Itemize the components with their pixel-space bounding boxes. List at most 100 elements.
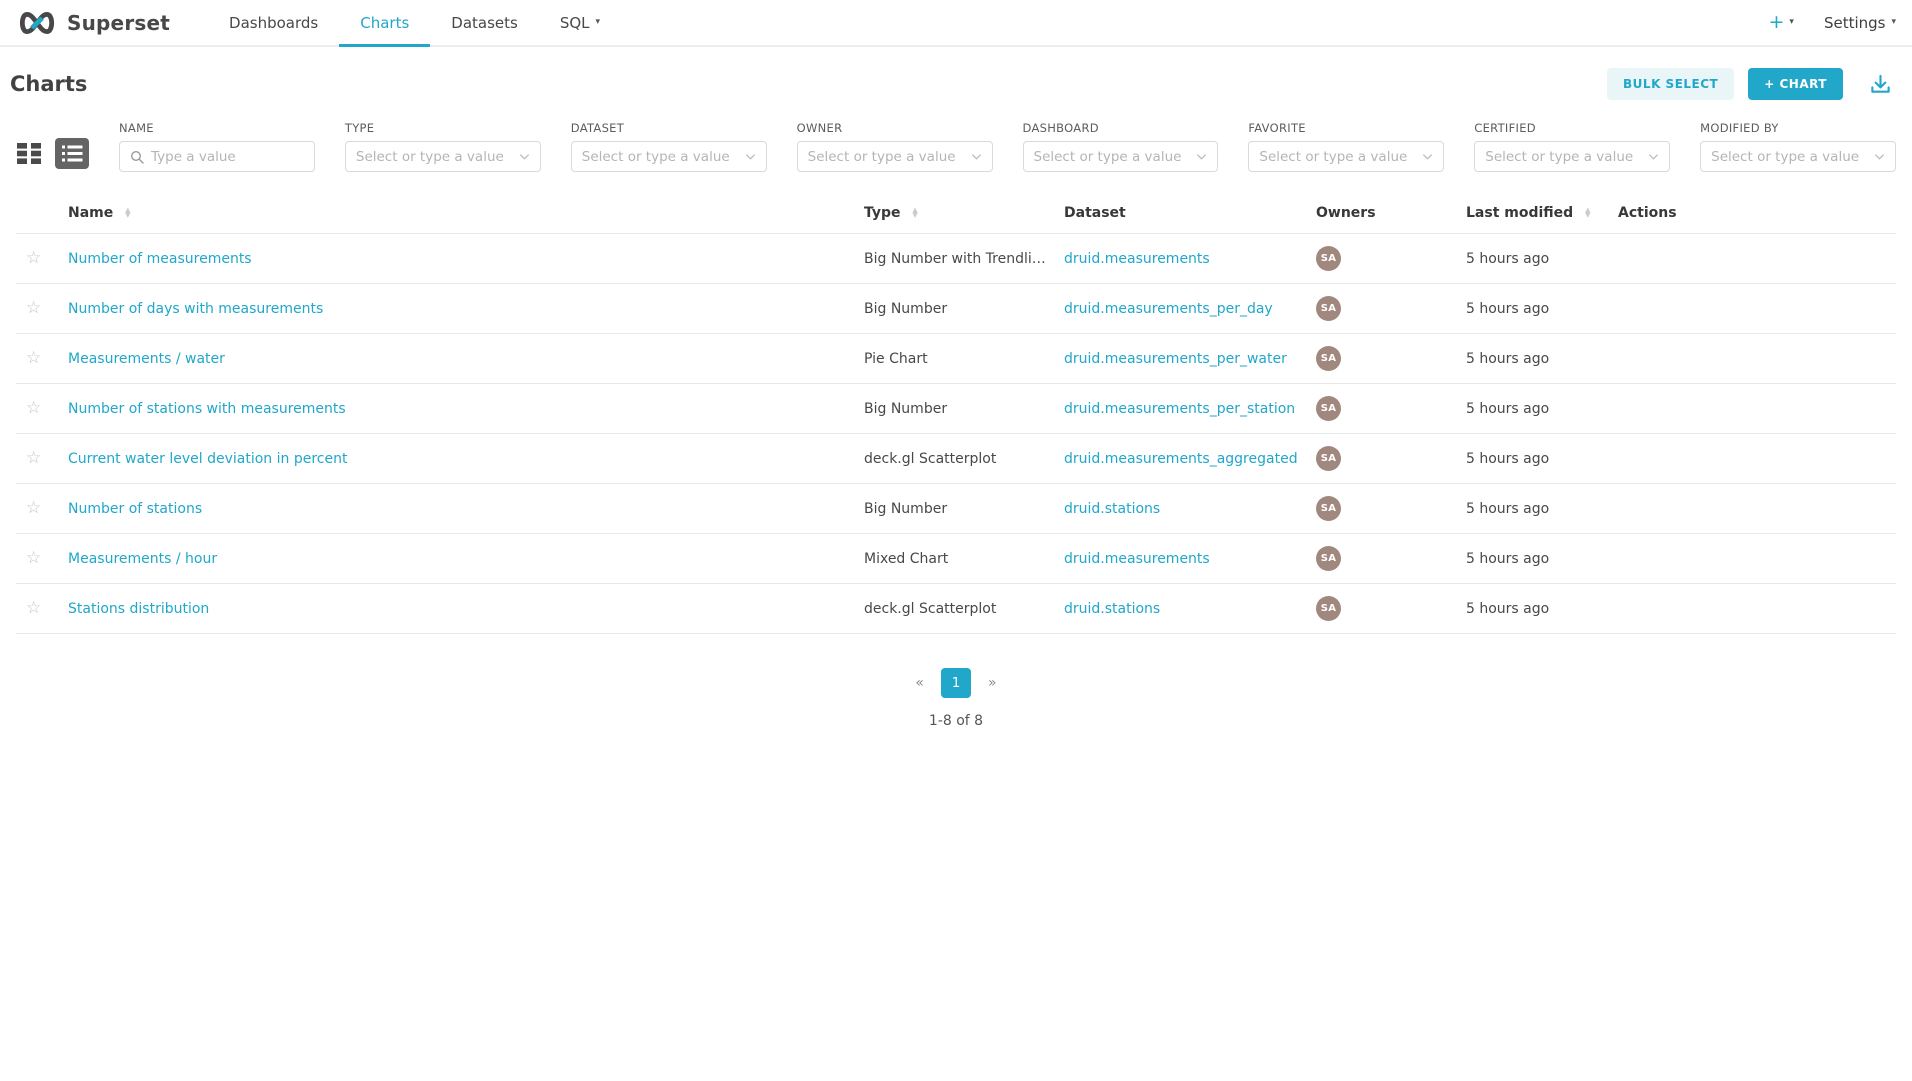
table-row: ☆ Stations distribution deck.gl Scatterp… [16, 584, 1896, 634]
chart-name-link[interactable]: Stations distribution [68, 601, 209, 617]
filter-group-dashboard: DASHBOARD Select or type a value [1023, 121, 1219, 172]
plus-icon: + [1768, 13, 1784, 32]
column-header-actions: Actions [1610, 192, 1896, 234]
table-row: ☆ Measurements / water Pie Chart druid.m… [16, 334, 1896, 384]
filter-group-name: NAME [119, 121, 315, 172]
owner-avatar[interactable]: SA [1316, 496, 1341, 521]
column-label: Owners [1316, 205, 1376, 221]
type-filter-select[interactable]: Select or type a value [345, 141, 541, 172]
filter-label: CERTIFIED [1474, 121, 1670, 135]
nav-tab-dashboards[interactable]: Dashboards [208, 0, 339, 45]
column-label: Name [68, 205, 113, 221]
chart-name-link[interactable]: Measurements / water [68, 351, 225, 367]
dataset-link[interactable]: druid.stations [1064, 601, 1160, 617]
certified-filter-select[interactable]: Select or type a value [1474, 141, 1670, 172]
favorite-star-icon[interactable]: ☆ [26, 448, 41, 468]
owner-avatar[interactable]: SA [1316, 396, 1341, 421]
sort-icon: ▲▼ [125, 208, 130, 218]
filter-label: FAVORITE [1248, 121, 1444, 135]
dashboard-filter-select[interactable]: Select or type a value [1023, 141, 1219, 172]
last-modified-cell: 5 hours ago [1458, 234, 1610, 284]
chevron-down-icon [745, 153, 756, 161]
owner-filter-select[interactable]: Select or type a value [797, 141, 993, 172]
dataset-link[interactable]: druid.measurements_per_water [1064, 351, 1287, 367]
chart-name-link[interactable]: Measurements / hour [68, 551, 217, 567]
name-filter-input[interactable] [151, 149, 304, 165]
column-header-last-modified[interactable]: Last modified ▲▼ [1458, 192, 1610, 234]
owner-avatar[interactable]: SA [1316, 296, 1341, 321]
actions-cell [1610, 234, 1896, 284]
owner-avatar[interactable]: SA [1316, 246, 1341, 271]
dataset-filter-select[interactable]: Select or type a value [571, 141, 767, 172]
pagination-page-1-button[interactable]: 1 [941, 668, 971, 698]
name-filter-input-box[interactable] [119, 141, 315, 172]
column-label: Last modified [1466, 205, 1573, 221]
card-view-icon [16, 142, 42, 165]
card-view-button[interactable] [16, 142, 42, 165]
chart-type-cell: Big Number [856, 384, 1056, 434]
last-modified-cell: 5 hours ago [1458, 534, 1610, 584]
settings-label: Settings [1824, 14, 1886, 32]
search-icon [130, 150, 144, 164]
main-nav-tabs: Dashboards Charts Datasets SQL ▾ [208, 0, 621, 45]
list-view-button[interactable] [55, 138, 89, 169]
dataset-link[interactable]: druid.measurements [1064, 251, 1210, 267]
owner-avatar[interactable]: SA [1316, 446, 1341, 471]
new-chart-button[interactable]: + CHART [1748, 68, 1843, 100]
dataset-link[interactable]: druid.stations [1064, 501, 1160, 517]
select-placeholder: Select or type a value [1485, 149, 1641, 165]
superset-home-link[interactable]: Superset [16, 0, 170, 45]
dataset-link[interactable]: druid.measurements_aggregated [1064, 451, 1298, 467]
new-item-menu-button[interactable]: + ▾ [1768, 13, 1793, 32]
owner-avatar[interactable]: SA [1316, 596, 1341, 621]
column-label: Actions [1618, 205, 1677, 221]
select-placeholder: Select or type a value [1034, 149, 1190, 165]
settings-menu-button[interactable]: Settings ▾ [1824, 14, 1896, 32]
dataset-link[interactable]: druid.measurements_per_station [1064, 401, 1295, 417]
chevron-down-icon [971, 153, 982, 161]
favorite-star-icon[interactable]: ☆ [26, 348, 41, 368]
nav-tab-label: Charts [360, 14, 409, 32]
select-placeholder: Select or type a value [1259, 149, 1415, 165]
nav-tab-datasets[interactable]: Datasets [430, 0, 539, 45]
view-mode-toggles [16, 138, 89, 172]
owner-avatar[interactable]: SA [1316, 546, 1341, 571]
import-charts-button[interactable] [1865, 71, 1896, 98]
favorite-filter-select[interactable]: Select or type a value [1248, 141, 1444, 172]
bulk-select-button[interactable]: BULK SELECT [1607, 68, 1734, 100]
pagination-next-button[interactable]: » [981, 671, 1004, 695]
dataset-link[interactable]: druid.measurements [1064, 551, 1210, 567]
favorite-star-icon[interactable]: ☆ [26, 248, 41, 268]
favorite-star-icon[interactable]: ☆ [26, 398, 41, 418]
superset-infinity-icon [16, 10, 58, 36]
favorite-star-icon[interactable]: ☆ [26, 298, 41, 318]
filter-label: NAME [119, 121, 315, 135]
chart-name-link[interactable]: Number of stations [68, 501, 202, 517]
favorite-star-icon[interactable]: ☆ [26, 598, 41, 618]
chart-name-link[interactable]: Number of stations with measurements [68, 401, 346, 417]
favorite-star-icon[interactable]: ☆ [26, 548, 41, 568]
table-row: ☆ Number of stations with measurements B… [16, 384, 1896, 434]
caret-down-icon: ▾ [596, 18, 601, 27]
chart-name-link[interactable]: Current water level deviation in percent [68, 451, 347, 467]
last-modified-cell: 5 hours ago [1458, 384, 1610, 434]
actions-cell [1610, 484, 1896, 534]
dataset-link[interactable]: druid.measurements_per_day [1064, 301, 1273, 317]
actions-cell [1610, 434, 1896, 484]
owner-avatar[interactable]: SA [1316, 346, 1341, 371]
column-header-name[interactable]: Name ▲▼ [60, 192, 856, 234]
pagination-prev-button[interactable]: « [908, 671, 931, 695]
nav-tab-sql[interactable]: SQL ▾ [539, 0, 621, 45]
filter-label: DASHBOARD [1023, 121, 1219, 135]
favorite-star-icon[interactable]: ☆ [26, 498, 41, 518]
last-modified-cell: 5 hours ago [1458, 584, 1610, 634]
chart-name-link[interactable]: Number of measurements [68, 251, 252, 267]
column-header-type[interactable]: Type ▲▼ [856, 192, 1056, 234]
chevron-down-icon [1196, 153, 1207, 161]
modified-by-filter-select[interactable]: Select or type a value [1700, 141, 1896, 172]
chart-type-cell: Mixed Chart [856, 534, 1056, 584]
column-label: Dataset [1064, 205, 1126, 221]
nav-tab-charts[interactable]: Charts [339, 0, 430, 45]
table-row: ☆ Number of measurements Big Number with… [16, 234, 1896, 284]
chart-name-link[interactable]: Number of days with measurements [68, 301, 323, 317]
